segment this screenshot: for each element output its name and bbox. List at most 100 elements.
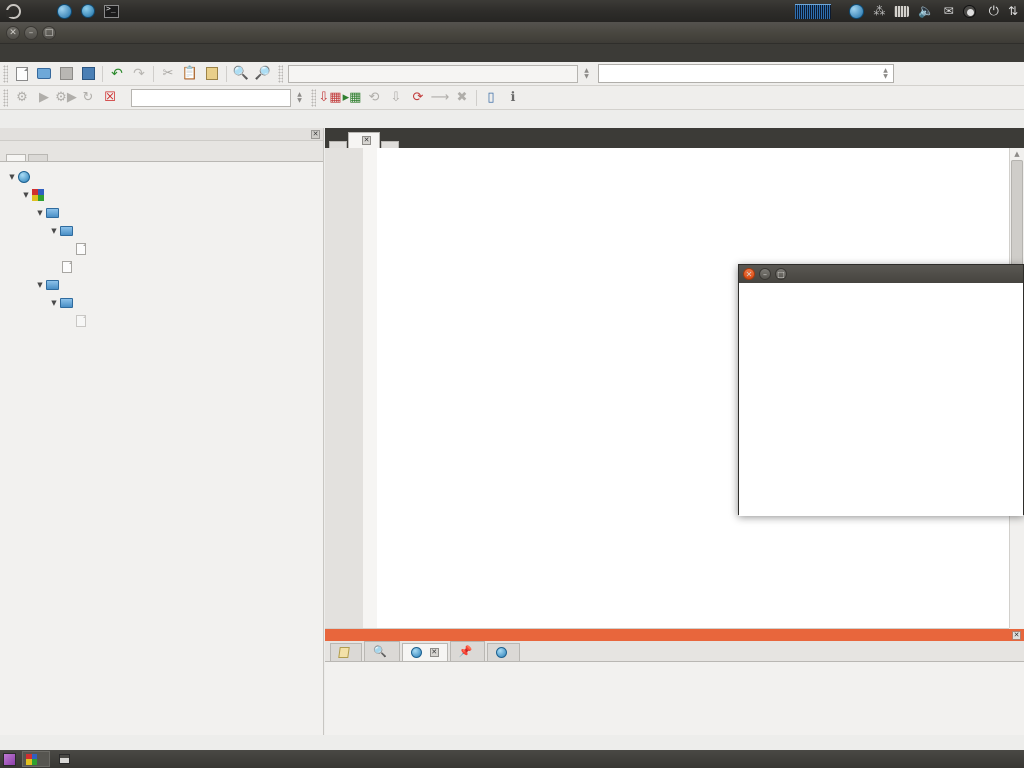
mail-icon[interactable]: ✉ xyxy=(944,4,954,18)
build-button[interactable]: ⚙ xyxy=(11,88,33,108)
chevron-down-icon[interactable]: ▼ xyxy=(34,281,46,289)
tree-item-main-cpp[interactable] xyxy=(6,258,323,276)
user-indicator[interactable] xyxy=(962,4,980,18)
scroll-up-arrow-icon[interactable]: ▲ xyxy=(1010,148,1024,160)
editor-tabs: ✕ xyxy=(325,128,1024,148)
chevron-down-icon[interactable]: ▼ xyxy=(48,299,60,307)
network-updown-icon[interactable]: ⇅ xyxy=(1008,4,1018,18)
debug-step-into-button[interactable]: ⇩ xyxy=(385,88,407,108)
terminal-output[interactable] xyxy=(739,283,1023,516)
browser-icon[interactable] xyxy=(81,4,95,18)
tree-item-headers[interactable]: ▼ xyxy=(6,276,323,294)
chevron-down-icon[interactable]: ▼ xyxy=(48,227,60,235)
new-file-button[interactable] xyxy=(11,64,33,84)
taskbar-item-matrix-terminal[interactable] xyxy=(56,751,82,767)
keyboard-icon[interactable] xyxy=(894,5,910,17)
close-icon[interactable]: ✕ xyxy=(429,648,439,657)
run-button[interactable]: ▶ xyxy=(33,88,55,108)
close-icon[interactable]: ✕ xyxy=(743,268,755,280)
function-combo[interactable] xyxy=(598,64,894,83)
project-icon xyxy=(32,189,44,201)
tree-item-include[interactable]: ▼ xyxy=(6,294,323,312)
function-combo-spinner[interactable]: ▲ ▼ xyxy=(880,65,891,82)
tree-item-matrix[interactable]: ▼ xyxy=(6,186,323,204)
globe-icon[interactable] xyxy=(57,3,72,19)
volume-icon[interactable]: 🔈 xyxy=(918,4,934,19)
tab-main-cpp[interactable] xyxy=(381,141,399,148)
taskbar-item-codeblocks[interactable] xyxy=(22,751,50,767)
show-desktop-icon[interactable] xyxy=(3,752,16,766)
scope-combo[interactable] xyxy=(288,64,578,83)
close-icon[interactable]: ✕ xyxy=(362,136,371,145)
debug-stop-button[interactable]: ✖ xyxy=(451,88,473,108)
terminal-icon[interactable] xyxy=(104,4,119,18)
power-icon[interactable]: ⏻ xyxy=(989,4,999,19)
tree-item-matrix-cpp[interactable] xyxy=(6,240,323,258)
terminal-titlebar[interactable]: ✕ – □ xyxy=(739,265,1023,283)
redo-button[interactable]: ↷ xyxy=(128,64,150,84)
toolbar-grip[interactable] xyxy=(3,64,8,83)
tree-item-matrix-h[interactable] xyxy=(6,312,323,330)
logs-panel: ✕ 🔍 ✕ 📌 xyxy=(325,629,1024,735)
debug-next-line-button[interactable]: ⟲ xyxy=(363,88,385,108)
undo-button[interactable]: ↶ xyxy=(106,64,128,84)
toolbar-grip[interactable] xyxy=(3,88,8,107)
debug-next-instruction-button[interactable]: ⟶ xyxy=(429,88,451,108)
window-titlebar[interactable]: ✕ – □ xyxy=(0,22,1024,44)
close-icon[interactable]: ✕ xyxy=(6,25,20,40)
toolbar-separator xyxy=(476,89,477,106)
tab-src-matrix-cpp[interactable]: ✕ xyxy=(348,132,380,148)
build-and-run-button[interactable]: ⚙▶ xyxy=(55,88,77,108)
globe-indicator-icon[interactable] xyxy=(849,3,865,19)
minimize-icon[interactable]: – xyxy=(759,268,771,280)
debug-continue-button[interactable]: ⇩▦ xyxy=(318,88,341,108)
toolbar-separator xyxy=(153,65,154,82)
open-file-button[interactable] xyxy=(33,64,55,84)
paste-button[interactable] xyxy=(201,64,223,84)
abort-button[interactable]: ☒ xyxy=(99,88,121,108)
network-graph-icon[interactable] xyxy=(795,3,832,19)
tab-search-results[interactable]: 🔍 xyxy=(364,641,400,661)
tree-item-src[interactable]: ▼ xyxy=(6,222,323,240)
chevron-down-icon[interactable]: ▼ xyxy=(20,191,32,199)
chevron-down-icon[interactable]: ▼ xyxy=(34,209,46,217)
save-all-button[interactable] xyxy=(77,64,99,84)
ubuntu-logo-icon[interactable] xyxy=(6,3,21,19)
tree-item-sources[interactable]: ▼ xyxy=(6,204,323,222)
terminal-window[interactable]: ✕ – □ xyxy=(738,264,1024,516)
toolbar-grip[interactable] xyxy=(278,64,283,83)
debug-run-to-cursor-button[interactable]: ▸▦ xyxy=(341,88,363,108)
tab-debugger[interactable] xyxy=(487,643,521,661)
chevron-down-icon[interactable]: ▼ xyxy=(6,173,18,181)
management-tabs xyxy=(0,141,323,162)
close-icon[interactable]: ✕ xyxy=(311,129,320,139)
bluetooth-icon[interactable]: ⁂ xyxy=(873,4,885,18)
replace-icon[interactable]: 🔎 xyxy=(252,64,274,84)
build-target-spinner[interactable]: ▲ ▼ xyxy=(294,89,305,106)
close-icon[interactable]: ✕ xyxy=(1012,630,1021,640)
code-folding-column[interactable] xyxy=(363,148,377,628)
save-button[interactable] xyxy=(55,64,77,84)
workspace-icon xyxy=(18,171,30,183)
scope-combo-spinner[interactable]: ▲ ▼ xyxy=(581,65,592,82)
various-info-button[interactable]: ℹ xyxy=(502,88,524,108)
tab-projects[interactable] xyxy=(6,154,26,161)
maximize-icon[interactable]: □ xyxy=(775,268,787,280)
rebuild-button[interactable]: ↻ xyxy=(77,88,99,108)
toolbar-grip[interactable] xyxy=(311,88,316,107)
debugging-windows-button[interactable]: ▯ xyxy=(480,88,502,108)
tab-build-messages[interactable]: 📌 xyxy=(449,641,486,661)
search-icon[interactable]: 🔍 xyxy=(230,64,252,84)
tab-codeblocks-log[interactable] xyxy=(330,643,362,661)
copy-button[interactable]: 📋 xyxy=(179,64,201,84)
debug-step-out-button[interactable]: ⟳ xyxy=(407,88,429,108)
cut-button[interactable]: ✂ xyxy=(157,64,179,84)
maximize-icon[interactable]: □ xyxy=(42,25,56,40)
tree-item-workspace[interactable]: ▼ xyxy=(6,168,323,186)
tab-symbols[interactable] xyxy=(28,154,48,161)
tab-build-log[interactable]: ✕ xyxy=(401,643,448,661)
tab-include-matrix-h[interactable] xyxy=(329,141,347,148)
build-target-combo[interactable] xyxy=(131,88,291,107)
user-icon xyxy=(962,4,976,18)
minimize-icon[interactable]: – xyxy=(24,25,38,40)
